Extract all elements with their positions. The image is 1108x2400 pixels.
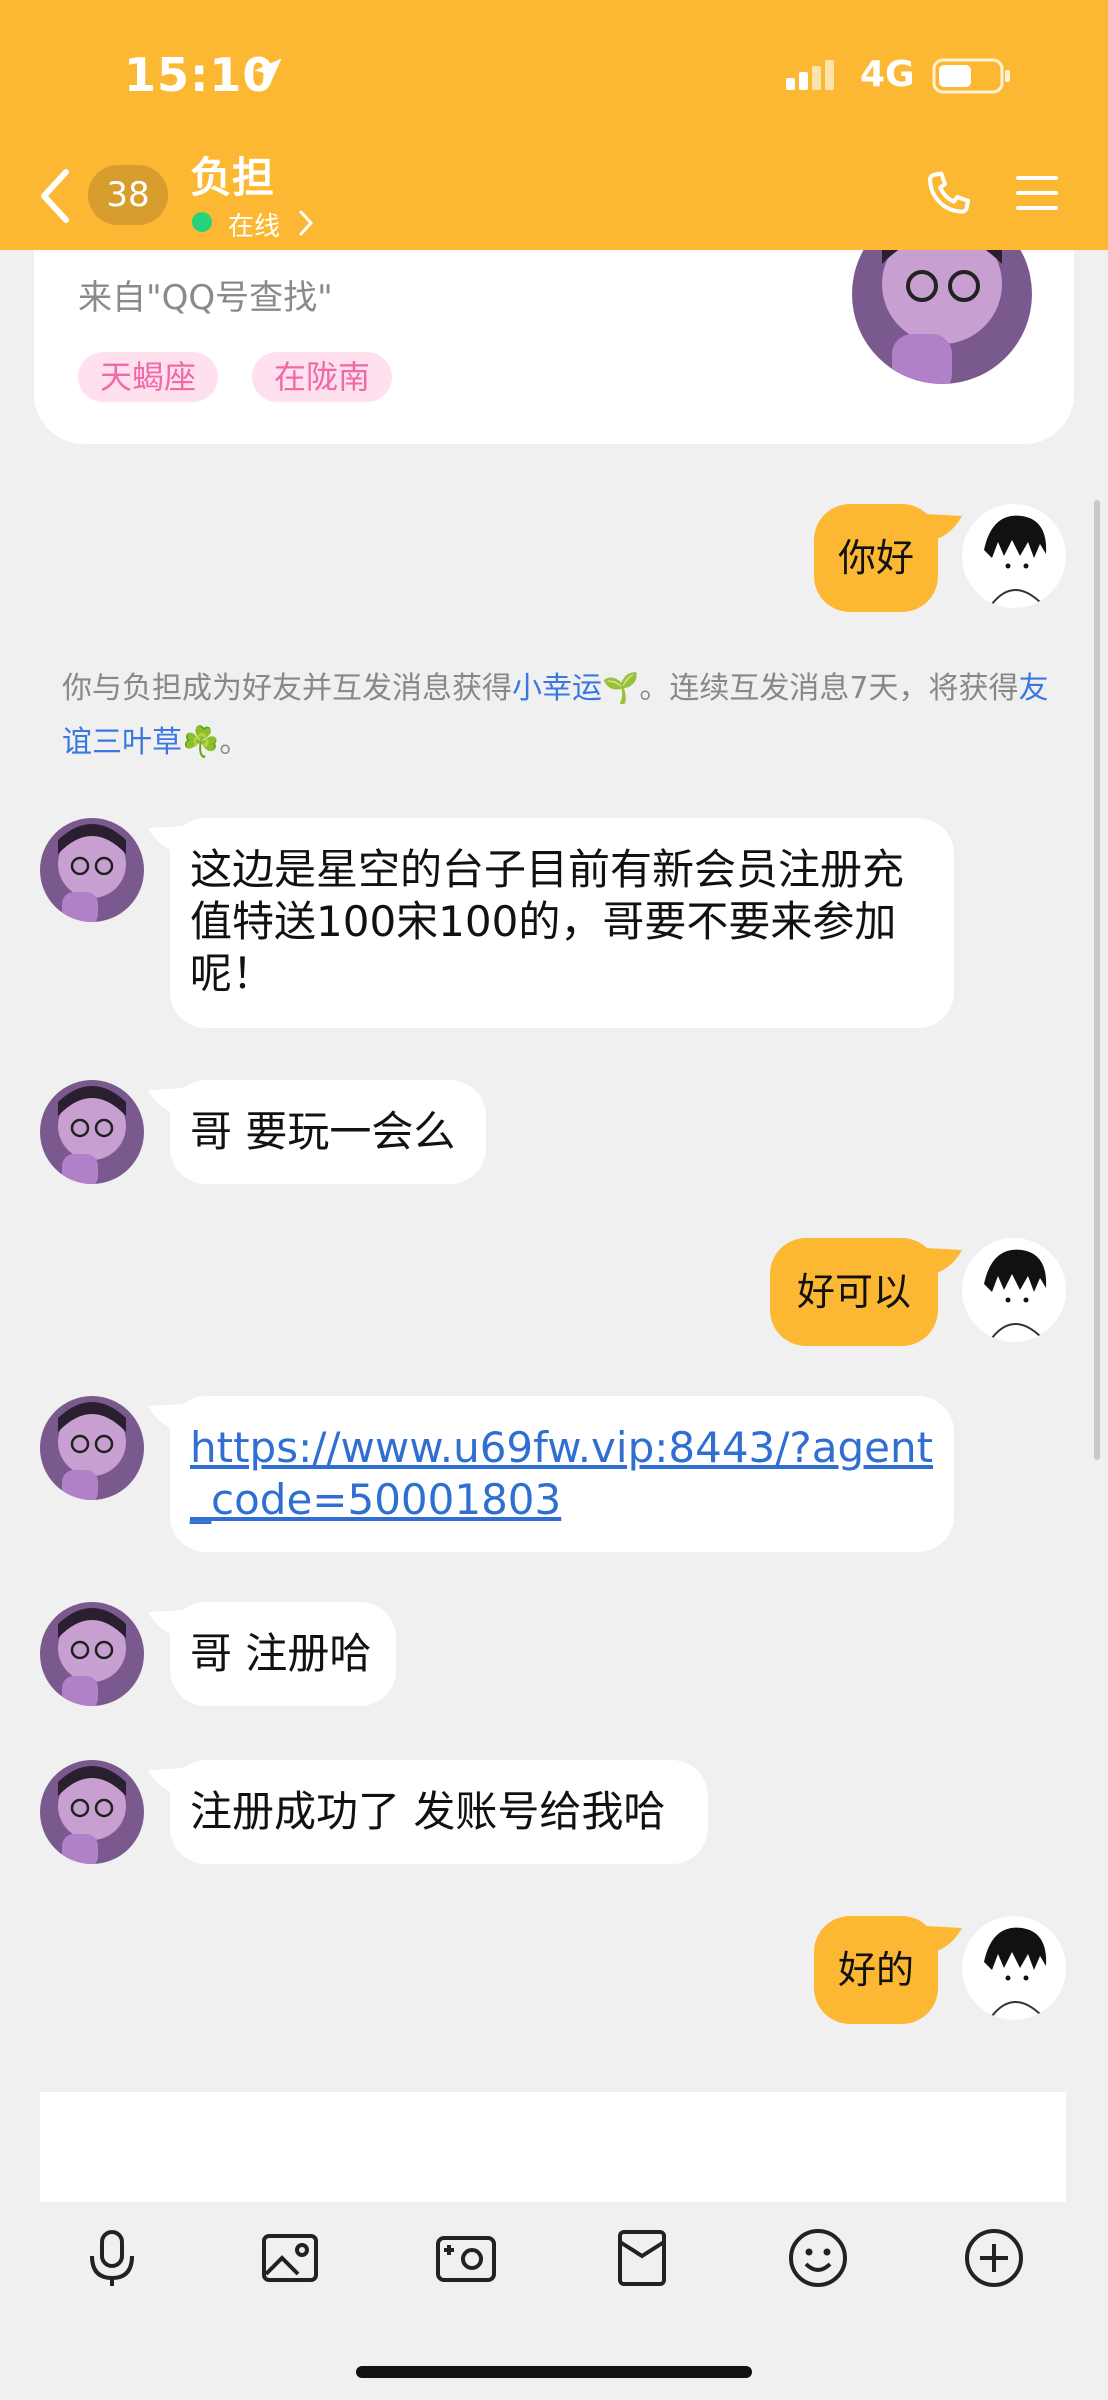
menu-button[interactable] <box>1014 170 1060 216</box>
microphone-icon[interactable] <box>80 2226 144 2290</box>
photo-icon[interactable] <box>258 2226 322 2290</box>
location-arrow-icon <box>254 58 282 86</box>
message-bubble-outgoing[interactable]: 好可以 <box>770 1238 938 1346</box>
my-avatar[interactable] <box>962 1916 1066 2020</box>
profile-source: 来自"QQ号查找" <box>78 278 333 318</box>
red-packet-icon[interactable] <box>610 2226 674 2290</box>
message-link[interactable]: https://www.u69fw.vip:8443/?agent_code=5… <box>190 1423 933 1524</box>
profile-tag-zodiac: 天蝎座 <box>78 352 219 402</box>
notice-text: 🌱。连续互发消息7天，将获得 <box>602 671 1019 706</box>
contact-avatar[interactable] <box>40 1602 144 1706</box>
chevron-right-icon[interactable] <box>298 209 314 237</box>
camera-icon[interactable] <box>434 2226 498 2290</box>
message-bubble-outgoing[interactable]: 好的 <box>814 1916 938 2024</box>
contact-name[interactable]: 负担 <box>190 144 274 205</box>
bubble-tail <box>926 514 962 542</box>
network-type: 4G <box>860 54 915 95</box>
contact-avatar[interactable] <box>40 818 144 922</box>
emoji-icon[interactable] <box>786 2226 850 2290</box>
back-button[interactable] <box>34 166 74 226</box>
online-status-dot <box>192 212 212 232</box>
scrollbar[interactable] <box>1094 500 1100 1460</box>
home-indicator <box>356 2366 752 2378</box>
system-notice: 你与负担成为好友并互发消息获得小幸运🌱。连续互发消息7天，将获得友谊三叶草☘️。 <box>62 662 1052 770</box>
plus-icon[interactable] <box>962 2226 1026 2290</box>
bubble-tail <box>926 1248 962 1276</box>
chat-header: 15:10 4G 38 负担 在线 <box>0 0 1108 250</box>
my-avatar[interactable] <box>962 1238 1066 1342</box>
notice-text: 你与负担成为好友并互发消息获得 <box>62 671 512 706</box>
notice-text: ☘️。 <box>182 725 250 760</box>
unread-count-badge[interactable]: 38 <box>88 165 168 225</box>
message-bubble-incoming[interactable]: 哥 要玩一会么 <box>170 1080 486 1184</box>
signal-icon <box>786 60 834 90</box>
notice-link-lucky[interactable]: 小幸运 <box>512 671 602 706</box>
contact-avatar[interactable] <box>40 1396 144 1500</box>
message-bubble-incoming[interactable]: 这边是星空的台子目前有新会员注册充值特送100宋100的，哥要不要来参加呢！ <box>170 818 954 1028</box>
online-status-text[interactable]: 在线 <box>228 206 280 243</box>
my-avatar[interactable] <box>962 504 1066 608</box>
phone-call-button[interactable] <box>918 166 978 226</box>
battery-icon <box>932 58 1010 94</box>
profile-tag-location: 在陇南 <box>252 352 393 402</box>
message-bubble-outgoing[interactable]: 你好 <box>814 504 938 612</box>
contact-avatar[interactable] <box>40 1760 144 1864</box>
message-input[interactable] <box>40 2092 1066 2202</box>
message-bubble-incoming[interactable]: 注册成功了 发账号给我哈 <box>170 1760 708 1864</box>
message-bubble-incoming: https://www.u69fw.vip:8443/?agent_code=5… <box>170 1396 954 1552</box>
contact-avatar[interactable] <box>40 1080 144 1184</box>
bubble-tail <box>926 1926 962 1954</box>
input-toolbar <box>0 2202 1108 2312</box>
message-bubble-incoming[interactable]: 哥 注册哈 <box>170 1602 396 1706</box>
